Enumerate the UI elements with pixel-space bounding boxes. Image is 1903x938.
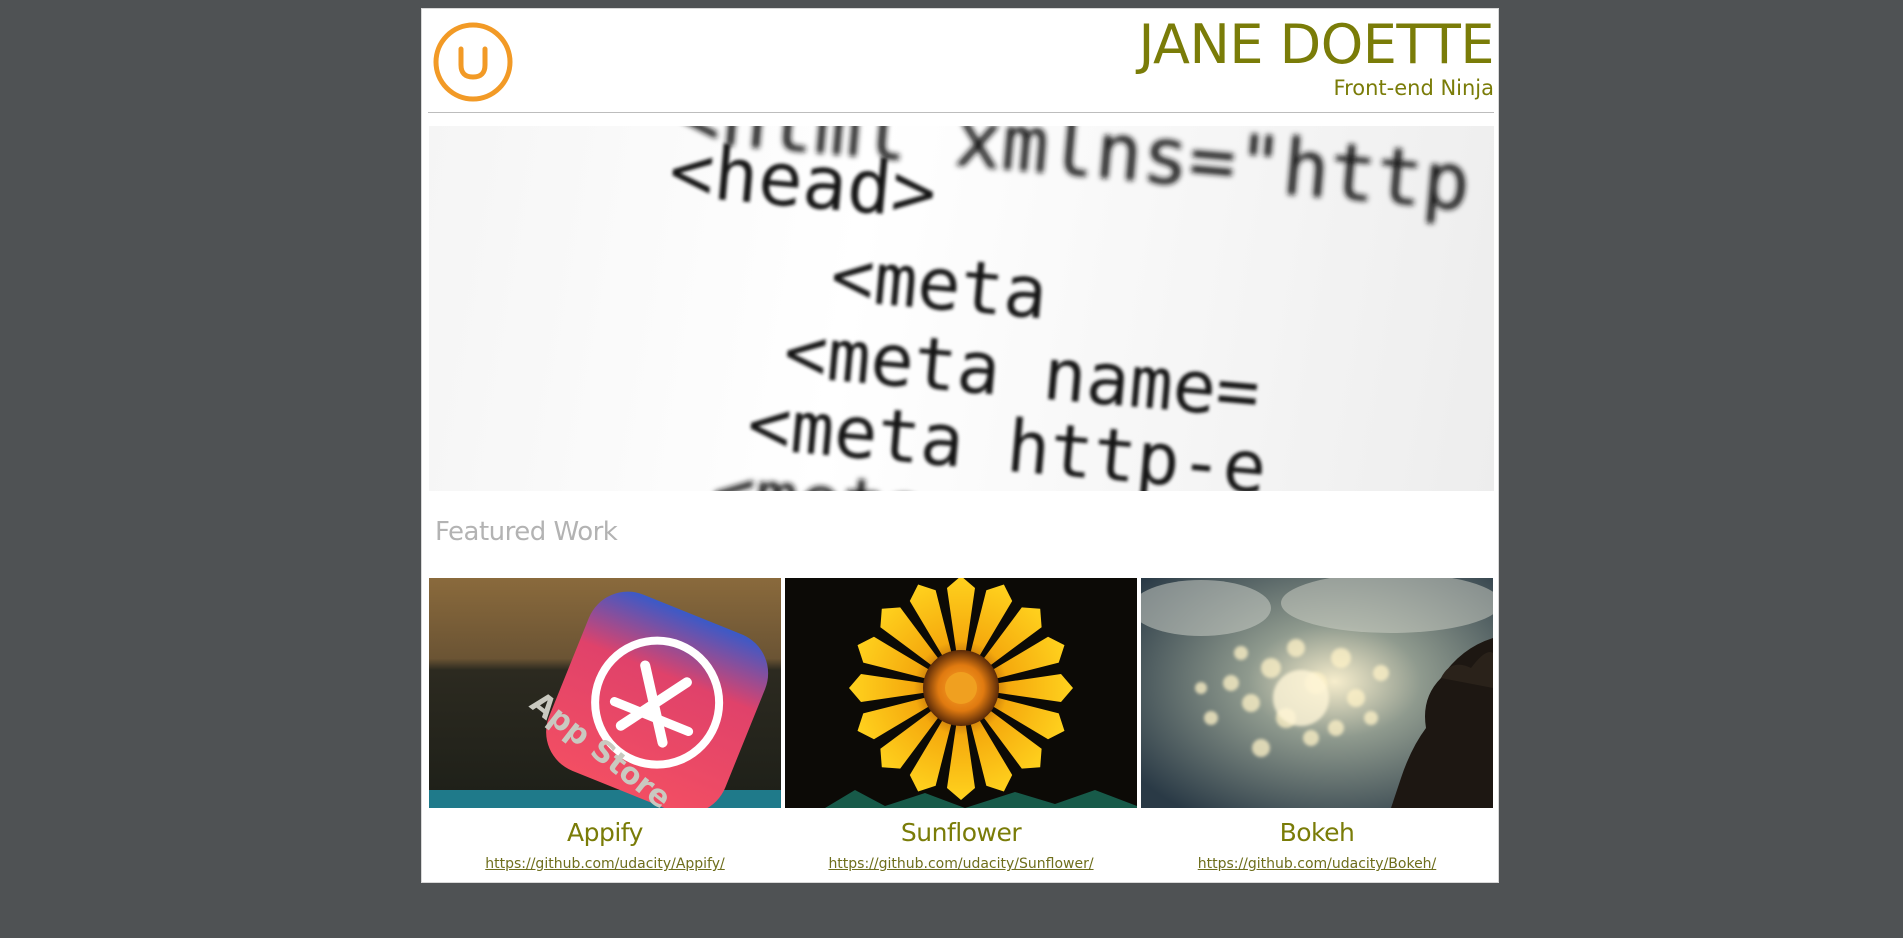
bokeh-thumbnail[interactable] xyxy=(1141,578,1493,808)
sunflower-thumbnail[interactable] xyxy=(785,578,1137,808)
project-title: Sunflower xyxy=(900,818,1022,847)
project-title: Appify xyxy=(567,818,643,847)
appify-thumbnail[interactable]: App Store xyxy=(429,578,781,808)
project-card: Sunflower https://github.com/udacity/Sun… xyxy=(785,578,1137,872)
portfolio-page: JANE DOETTE Front-end Ninja <html xmlns=… xyxy=(421,8,1499,883)
project-card: Bokeh https://github.com/udacity/Bokeh/ xyxy=(1141,578,1493,872)
project-link[interactable]: https://github.com/udacity/Bokeh/ xyxy=(1141,856,1493,872)
project-title: Bokeh xyxy=(1279,818,1355,847)
hero-image: <html xmlns="http <head> <meta <meta nam… xyxy=(429,126,1494,491)
subtitle: Front-end Ninja xyxy=(1333,76,1494,100)
header: JANE DOETTE Front-end Ninja xyxy=(422,9,1498,115)
page-title: JANE DOETTE xyxy=(1138,13,1495,76)
project-link[interactable]: https://github.com/udacity/Appify/ xyxy=(429,856,781,872)
featured-work-heading: Featured Work xyxy=(435,517,618,547)
header-divider xyxy=(428,112,1494,113)
project-link[interactable]: https://github.com/udacity/Sunflower/ xyxy=(785,856,1137,872)
project-card: App Store Appify https://github.com/udac… xyxy=(429,578,781,872)
udacity-logo-icon xyxy=(433,22,513,102)
